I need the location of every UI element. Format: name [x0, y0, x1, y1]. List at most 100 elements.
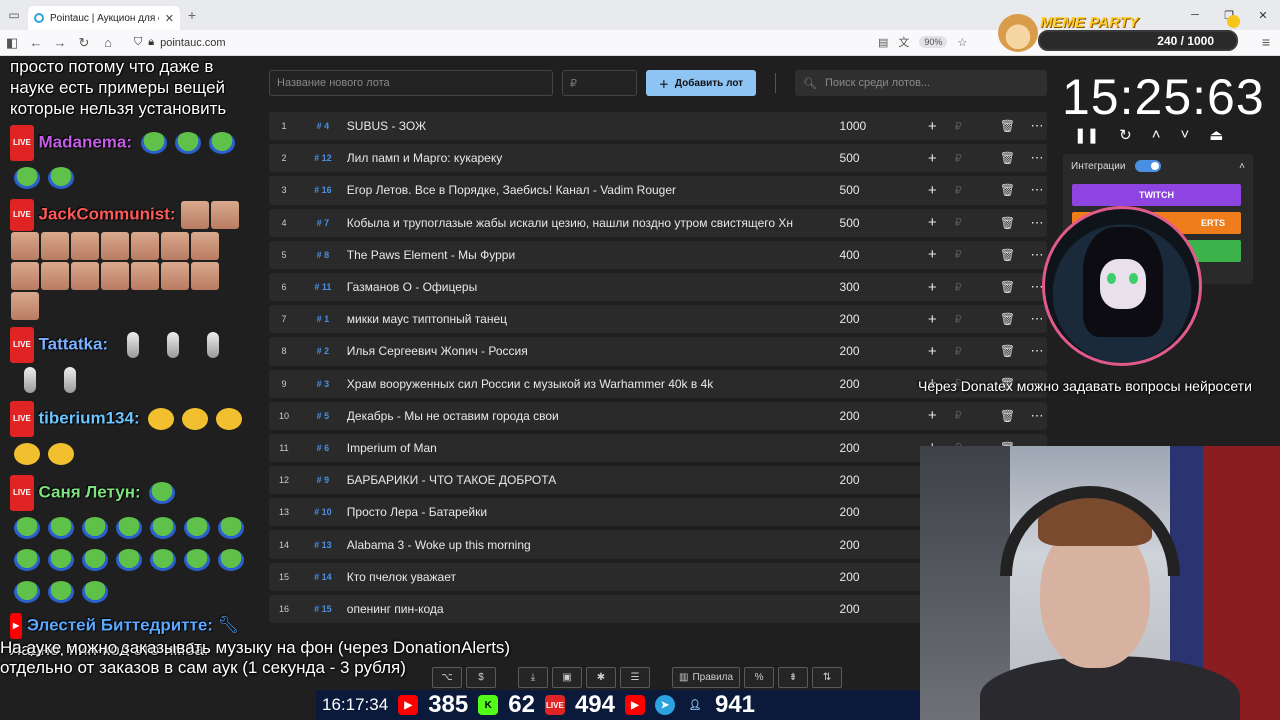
ruble-icon[interactable]: ₽: [945, 409, 971, 422]
lot-name[interactable]: Imperium of Man: [347, 441, 840, 455]
lot-amount[interactable]: 500: [840, 216, 920, 230]
lot-name[interactable]: Газманов О - Офицеры: [347, 280, 840, 294]
lot-fast-id[interactable]: # 3: [299, 379, 347, 389]
add-amount-icon[interactable]: +: [919, 150, 945, 167]
lot-row[interactable]: 7 # 1 микки маус типтопный танец 200 + ₽ 🗑︎ ⋯: [269, 305, 1047, 334]
delete-icon[interactable]: 🗑︎: [971, 280, 1027, 294]
lot-fast-id[interactable]: # 7: [299, 218, 347, 228]
lot-amount[interactable]: 200: [840, 377, 920, 391]
lot-fast-id[interactable]: # 15: [299, 604, 347, 614]
download-icon[interactable]: ⤓: [518, 667, 548, 688]
delete-icon[interactable]: 🗑︎: [971, 409, 1027, 423]
ruble-icon[interactable]: ₽: [945, 216, 971, 229]
lot-row[interactable]: 1 # 4 SUBUS - ЗОЖ 1000 + ₽ 🗑︎ ⋯: [269, 112, 1047, 141]
lot-name[interactable]: Декабрь - Мы не оставим города свои: [347, 409, 840, 423]
delete-icon[interactable]: 🗑︎: [971, 119, 1027, 133]
pause-icon[interactable]: ❚❚: [1074, 126, 1099, 144]
lot-fast-id[interactable]: # 5: [299, 411, 347, 421]
lot-name[interactable]: Кобыла и трупоглазые жабы искали цезию, …: [347, 216, 840, 230]
ruble-icon[interactable]: ₽: [945, 345, 971, 358]
ruble-icon[interactable]: ₽: [945, 120, 971, 133]
delete-icon[interactable]: 🗑︎: [971, 216, 1027, 230]
collapse-icon[interactable]: ˄: [1239, 161, 1245, 172]
zoom-level[interactable]: 90%: [919, 36, 948, 48]
lot-amount[interactable]: 200: [840, 538, 920, 552]
delete-icon[interactable]: 🗑︎: [971, 183, 1027, 197]
lot-fast-id[interactable]: # 9: [299, 475, 347, 485]
lot-name[interactable]: Храм вооруженных сил России с музыкой из…: [347, 377, 840, 391]
browser-tab[interactable]: Pointauc | Аукцион для стримеров ✕: [28, 6, 180, 30]
forward-icon[interactable]: →: [48, 35, 72, 50]
lot-amount[interactable]: 200: [840, 570, 920, 584]
address-bar[interactable]: ⛉ 🔒︎ pointauc.com: [134, 36, 226, 49]
delete-icon[interactable]: 🗑︎: [971, 312, 1027, 326]
lot-fast-id[interactable]: # 1: [299, 314, 347, 324]
close-window-icon[interactable]: ✕: [1246, 0, 1280, 30]
eject-icon[interactable]: ⏏: [1209, 126, 1223, 144]
more-options-icon[interactable]: ⋯: [1027, 215, 1047, 231]
new-lot-input[interactable]: Название нового лота: [269, 70, 553, 96]
add-amount-icon[interactable]: +: [919, 311, 945, 328]
lot-name[interactable]: SUBUS - ЗОЖ: [347, 119, 840, 133]
lot-amount[interactable]: 1000: [840, 119, 920, 133]
lot-fast-id[interactable]: # 12: [299, 153, 347, 163]
rules-button[interactable]: ▥ Правила: [672, 667, 741, 688]
lot-amount[interactable]: 200: [840, 312, 920, 326]
lot-amount[interactable]: 300: [840, 280, 920, 294]
add-amount-icon[interactable]: +: [919, 182, 945, 199]
lot-name[interactable]: Егор Летов. Все в Порядке, Заебись! Кана…: [347, 183, 840, 197]
lot-name[interactable]: Alabama 3 - Woke up this morning: [347, 538, 840, 552]
lot-name[interactable]: Просто Лера - Батарейки: [347, 505, 840, 519]
lot-name[interactable]: Кто пчелок уважает: [347, 570, 840, 584]
reload-icon[interactable]: ↻: [72, 35, 96, 51]
lot-name[interactable]: БАРБАРИКИ - ЧТО ТАКОЕ ДОБРОТА: [347, 473, 840, 487]
lot-amount[interactable]: 200: [840, 409, 920, 423]
lot-row[interactable]: 10 # 5 Декабрь - Мы не оставим города свои…: [269, 401, 1047, 430]
ruble-icon[interactable]: ₽: [945, 248, 971, 261]
translate-icon[interactable]: 文: [898, 34, 909, 50]
split-icon[interactable]: ⇟: [778, 667, 809, 688]
lot-row[interactable]: 4 # 7 Кобыла и трупоглазые жабы искали цез…: [269, 208, 1047, 237]
lot-amount[interactable]: 200: [840, 344, 920, 358]
sidebar-icon[interactable]: ◧: [0, 35, 24, 51]
lot-fast-id[interactable]: # 4: [299, 121, 347, 131]
more-options-icon[interactable]: ⋯: [1027, 343, 1047, 359]
lot-row[interactable]: 2 # 12 Лил памп и Марго: кукареку 500 + ₽ 🗑︎ ⋯: [269, 144, 1047, 173]
lot-name[interactable]: The Paws Element - Мы Фурри: [347, 248, 840, 262]
chevron-down-icon[interactable]: ˅: [1180, 126, 1189, 144]
close-tab-icon[interactable]: ✕: [165, 12, 174, 25]
delete-icon[interactable]: 🗑︎: [971, 151, 1027, 165]
bug-icon[interactable]: ✱: [586, 667, 616, 688]
window-menu-icon[interactable]: ▭: [0, 0, 28, 30]
lot-name[interactable]: Илья Сергеевич Жопич - Россия: [347, 344, 840, 358]
new-tab-button[interactable]: +: [180, 7, 204, 23]
lot-fast-id[interactable]: # 16: [299, 185, 347, 195]
lot-fast-id[interactable]: # 10: [299, 507, 347, 517]
back-icon[interactable]: ←: [24, 35, 48, 50]
lot-fast-id[interactable]: # 13: [299, 540, 347, 550]
add-amount-icon[interactable]: +: [919, 343, 945, 360]
dollar-icon[interactable]: $: [466, 667, 496, 688]
ruble-icon[interactable]: ₽: [945, 281, 971, 294]
lot-fast-id[interactable]: # 2: [299, 346, 347, 356]
lot-name[interactable]: опенинг пин-кода: [347, 602, 840, 616]
lot-name[interactable]: Лил памп и Марго: кукареку: [347, 151, 840, 165]
add-amount-icon[interactable]: +: [919, 407, 945, 424]
more-options-icon[interactable]: ⋯: [1027, 182, 1047, 198]
percent-button[interactable]: %: [744, 667, 775, 688]
ruble-icon[interactable]: ₽: [945, 152, 971, 165]
lot-fast-id[interactable]: # 8: [299, 250, 347, 260]
lot-name[interactable]: микки маус типтопный танец: [347, 312, 840, 326]
github-icon[interactable]: ⌥: [432, 667, 462, 688]
lot-price-input[interactable]: ₽: [562, 70, 637, 96]
extensions-menu-icon[interactable]: ≡: [1262, 34, 1270, 50]
lot-amount[interactable]: 500: [840, 151, 920, 165]
chevron-up-icon[interactable]: ˄: [1152, 126, 1161, 144]
more-options-icon[interactable]: ⋯: [1027, 408, 1047, 424]
lot-amount[interactable]: 200: [840, 602, 920, 616]
lot-fast-id[interactable]: # 6: [299, 443, 347, 453]
lot-row[interactable]: 5 # 8 The Paws Element - Мы Фурри 400 + ₽ 🗑︎ ⋯: [269, 240, 1047, 269]
delete-icon[interactable]: 🗑︎: [971, 344, 1027, 358]
more-options-icon[interactable]: ⋯: [1027, 247, 1047, 263]
restart-icon[interactable]: ↻: [1119, 126, 1132, 144]
